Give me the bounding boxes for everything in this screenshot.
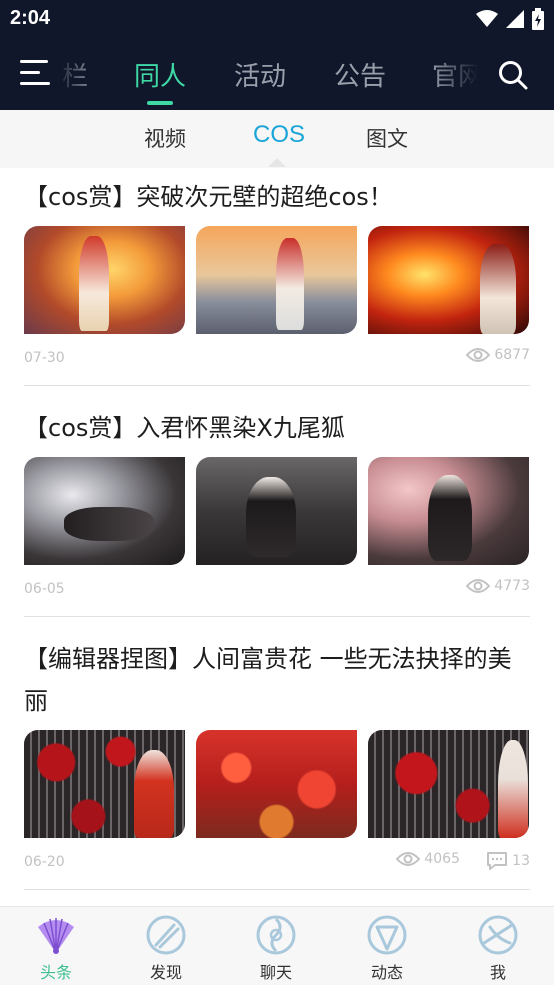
bottom-nav-chat[interactable]: 聊天	[236, 913, 316, 983]
article-thumbnails	[24, 730, 530, 838]
wifi-icon	[476, 10, 498, 27]
status-icons	[476, 8, 544, 30]
bottom-nav-label: 头条	[39, 963, 72, 982]
article-date: 06-20	[24, 854, 65, 870]
sub-tabs: 视频 COS 图文	[0, 110, 554, 168]
tab-gonggao[interactable]: 公告	[334, 56, 386, 93]
figure-shape	[498, 740, 528, 838]
bottom-nav-me[interactable]: 我	[458, 913, 538, 983]
divider	[24, 889, 530, 890]
article-thumbnail[interactable]	[368, 730, 529, 838]
article-title[interactable]: 【cos赏】入君怀黑染X九尾狐	[24, 407, 530, 449]
profile-icon	[478, 915, 518, 955]
view-count: 4773	[466, 578, 530, 594]
view-count-value: 4773	[494, 578, 530, 594]
article-meta: 07-30 6877	[24, 334, 530, 374]
menu-icon-bar	[20, 82, 50, 85]
figure-shape	[480, 244, 516, 334]
feed-icon	[367, 915, 407, 955]
eye-icon	[396, 852, 421, 866]
tab-tongren[interactable]: 同人	[134, 56, 187, 105]
search-icon[interactable]	[498, 60, 528, 90]
active-subtab-caret	[268, 158, 286, 167]
article-thumbnail[interactable]	[368, 457, 529, 565]
bottom-nav: 头条 发现 聊天 动态 我	[0, 906, 554, 985]
discover-icon	[146, 915, 186, 955]
article-thumbnails	[24, 457, 530, 565]
divider	[24, 616, 530, 617]
article-thumbnail[interactable]	[196, 730, 357, 838]
bottom-nav-label: 我	[489, 963, 506, 982]
article-thumbnail[interactable]	[24, 457, 185, 565]
status-time: 2:04	[10, 7, 51, 29]
bottom-nav-label: 聊天	[259, 963, 292, 982]
bottom-nav-feed[interactable]: 动态	[347, 913, 427, 983]
view-count: 4065	[396, 851, 460, 867]
article-title[interactable]: 【cos赏】突破次元壁的超绝cos！	[24, 176, 530, 218]
article-date: 06-05	[24, 581, 65, 597]
article-thumbnail[interactable]	[24, 730, 185, 838]
article-title[interactable]: 【编辑器捏图】人间富贵花 一些无法抉择的美丽	[24, 638, 530, 722]
view-count: 6877	[466, 347, 530, 363]
bottom-nav-discover[interactable]: 发现	[126, 913, 206, 983]
article-thumbnail[interactable]	[24, 226, 185, 334]
subtab-cos[interactable]: COS	[253, 121, 305, 149]
top-nav: 栏 同人 活动 公告 官网	[0, 38, 554, 110]
menu-icon-bar	[20, 71, 40, 74]
article-thumbnail[interactable]	[368, 226, 529, 334]
comment-count[interactable]: 13	[486, 851, 530, 871]
active-tab-indicator	[147, 101, 173, 105]
bottom-nav-label: 动态	[370, 963, 403, 982]
tab-scroll-fade	[430, 56, 490, 96]
tab-huodong[interactable]: 活动	[234, 56, 286, 93]
view-count-value: 6877	[494, 347, 530, 363]
eye-icon	[466, 348, 491, 362]
tab-scroll-fade	[56, 56, 96, 96]
bottom-nav-label: 发现	[149, 963, 182, 982]
status-bar: 2:04	[0, 0, 554, 38]
article-date: 07-30	[24, 350, 65, 366]
menu-button[interactable]	[20, 60, 52, 88]
subtab-graphic[interactable]: 图文	[366, 123, 408, 153]
view-count-value: 4065	[424, 851, 460, 867]
figure-shape	[428, 475, 472, 561]
article-card[interactable]: 【编辑器捏图】人间富贵花 一些无法抉择的美丽 06-20 4065 13	[24, 638, 530, 890]
cell-signal-icon	[506, 10, 524, 28]
article-meta: 06-05 4773	[24, 565, 530, 605]
article-thumbnail[interactable]	[196, 226, 357, 334]
figure-shape	[134, 750, 174, 838]
battery-icon	[532, 8, 544, 30]
comment-icon	[487, 852, 508, 870]
figure-shape	[246, 477, 296, 557]
tab-label: 公告	[334, 62, 387, 92]
figure-shape	[79, 236, 109, 331]
article-meta: 06-20 4065 13	[24, 838, 530, 878]
flower-cluster	[196, 730, 357, 838]
tab-label: 同人	[134, 62, 187, 92]
article-thumbnail[interactable]	[196, 457, 357, 565]
bottom-nav-toutiao[interactable]: 头条	[16, 913, 96, 983]
comment-count-value: 13	[512, 853, 530, 869]
tab-label: 活动	[234, 62, 287, 92]
article-card[interactable]: 【cos赏】入君怀黑染X九尾狐 06-05 4773	[24, 407, 530, 617]
figure-shape	[276, 238, 304, 330]
menu-icon-bar	[20, 60, 48, 63]
article-card[interactable]: 【cos赏】突破次元壁的超绝cos！ 07-30 6877	[24, 176, 530, 386]
figure-shape	[64, 507, 154, 541]
chat-icon	[256, 915, 296, 955]
subtab-video[interactable]: 视频	[144, 123, 186, 153]
article-thumbnails	[24, 226, 530, 334]
eye-icon	[466, 579, 491, 593]
divider	[24, 385, 530, 386]
fan-icon	[38, 918, 74, 954]
